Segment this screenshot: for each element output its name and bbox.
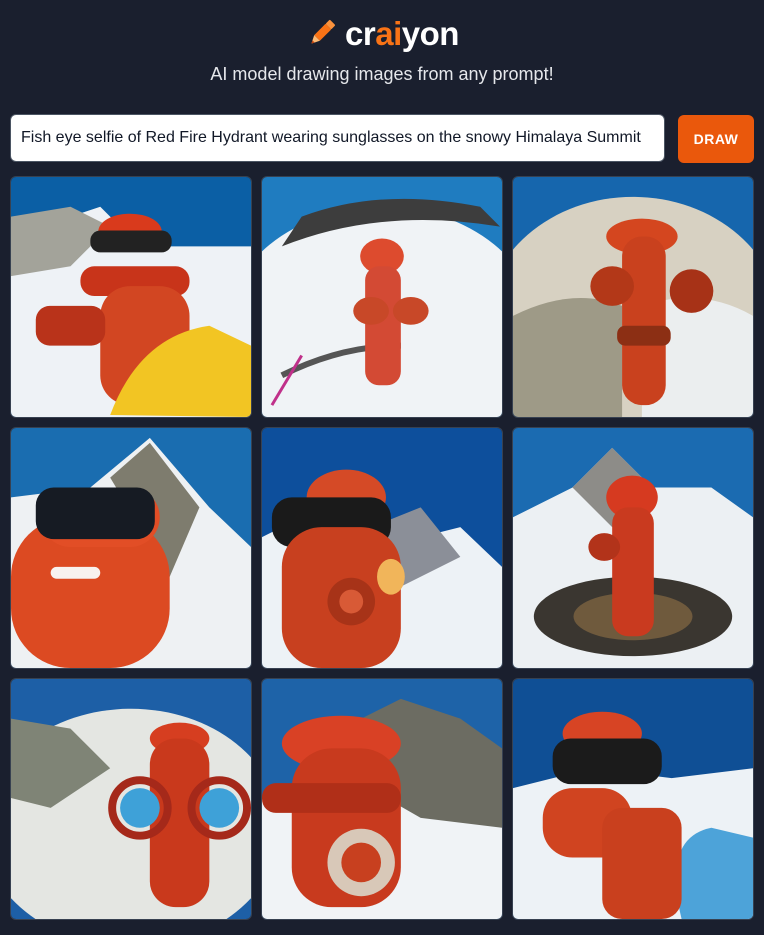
image-6-artwork — [513, 428, 753, 668]
image-4-artwork — [11, 428, 251, 668]
image-3-artwork — [513, 177, 753, 417]
image-2-artwork — [262, 177, 502, 417]
pencil-icon — [311, 19, 336, 44]
header: craiyon — [0, 10, 764, 56]
image-5-artwork — [262, 428, 502, 668]
generated-image-1[interactable] — [10, 176, 252, 418]
image-7-artwork — [11, 679, 251, 919]
craiyon-logo[interactable]: craiyon — [305, 16, 459, 50]
tagline: AI model drawing images from any prompt! — [210, 64, 554, 84]
logo-text-accent: ai — [375, 14, 402, 52]
image-8-artwork — [262, 679, 502, 919]
logo-text-post: yon — [401, 14, 460, 52]
image-1-artwork — [11, 177, 251, 417]
generated-image-5[interactable] — [261, 427, 503, 669]
generated-image-7[interactable] — [10, 678, 252, 920]
image-grid — [10, 176, 754, 920]
generated-image-2[interactable] — [261, 176, 503, 418]
generated-image-3[interactable] — [512, 176, 754, 418]
logo-text: craiyon — [345, 17, 459, 50]
image-9-artwork — [513, 679, 753, 919]
generated-image-6[interactable] — [512, 427, 754, 669]
draw-button[interactable]: DRAW — [678, 115, 754, 163]
generated-image-8[interactable] — [261, 678, 503, 920]
prompt-input[interactable] — [10, 114, 665, 162]
logo-text-pre: cr — [345, 14, 376, 52]
generated-image-4[interactable] — [10, 427, 252, 669]
generated-image-9[interactable] — [512, 678, 754, 920]
